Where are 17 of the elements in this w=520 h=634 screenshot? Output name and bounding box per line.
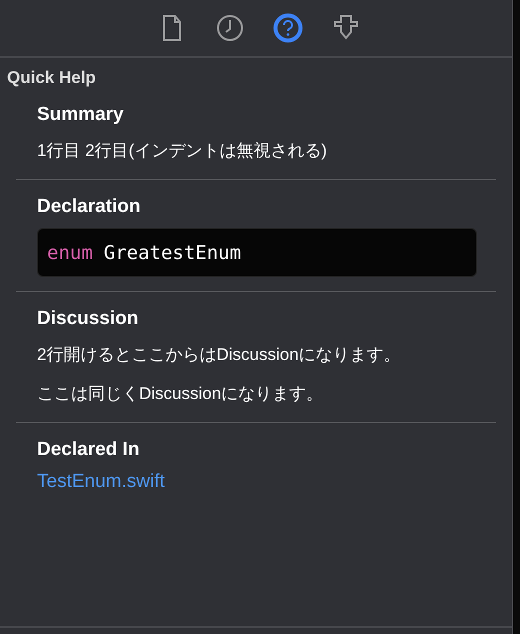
inspector-tab[interactable] [272, 13, 302, 43]
paragraph: 1行目 2行目(インデントは無視される) [37, 140, 328, 162]
paragraph: 2行開けるとここからはDiscussionになります。 [37, 344, 402, 366]
paragraph: ここは同じくDiscussionになります。 [37, 383, 324, 405]
document-icon [162, 15, 182, 41]
section-heading: Summary [37, 104, 125, 126]
file-link[interactable]: TestEnum.swift [37, 471, 165, 492]
panel-title: Quick Help [6, 67, 97, 88]
help-icon [272, 13, 302, 43]
inspector-tab[interactable] [214, 13, 244, 43]
code-token: GreatestEnum [104, 242, 242, 264]
section-heading: Declared In [37, 439, 140, 461]
pin-icon [332, 15, 360, 41]
code-token: enum [47, 242, 93, 264]
section-heading: Discussion [37, 308, 140, 330]
section-heading: Declaration [37, 196, 142, 218]
clock-icon [216, 14, 244, 42]
